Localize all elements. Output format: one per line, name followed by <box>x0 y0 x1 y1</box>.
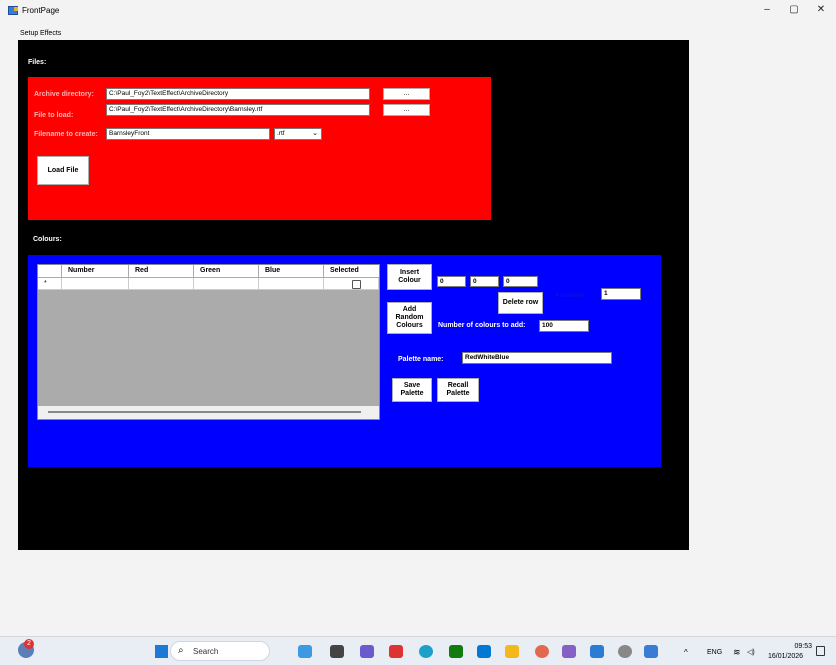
grid-cell-green[interactable] <box>194 278 259 290</box>
language-indicator[interactable]: ENG <box>707 649 722 656</box>
palette-name-field[interactable]: RedWhiteBlue <box>462 352 612 364</box>
selected-checkbox[interactable] <box>352 280 361 289</box>
frontpage-taskbar-icon[interactable] <box>644 645 658 658</box>
archive-directory-field[interactable]: C:\Paul_Foy2\TextEffect\ArchiveDirectory <box>106 88 370 100</box>
red-value-field[interactable]: 0 <box>437 276 466 287</box>
media-icon[interactable] <box>389 645 403 658</box>
edge-icon[interactable] <box>419 645 433 658</box>
xbox-icon[interactable] <box>449 645 463 658</box>
extension-value: .rtf <box>277 130 285 137</box>
file-to-load-field[interactable]: C:\Paul_Foy2\TextEffect\ArchiveDirectory… <box>106 104 370 116</box>
blue-value-field[interactable]: 0 <box>503 276 538 287</box>
search-icon: ⌕ <box>178 645 184 656</box>
files-heading: Files: <box>28 59 47 66</box>
menu-bar <box>0 22 836 38</box>
wifi-icon[interactable]: ≋ <box>733 647 741 658</box>
app-icon-2[interactable] <box>360 645 374 658</box>
grid-row-header-corner <box>38 265 61 277</box>
number-to-add-label: Number of colours to add: <box>438 322 526 329</box>
grid-cell-red[interactable] <box>129 278 194 290</box>
grid-header-green[interactable]: Green <box>194 265 258 277</box>
notifications-icon[interactable] <box>816 646 825 656</box>
taskbar-search-box[interactable]: ⌕ Search <box>170 641 270 661</box>
grid-cell-number[interactable] <box>62 278 129 290</box>
add-random-colours-button[interactable]: Add Random Colours <box>387 302 432 334</box>
delete-row-button[interactable]: Delete row <box>498 292 543 314</box>
grid-header-blue[interactable]: Blue <box>259 265 323 277</box>
browse-file-button[interactable]: ... <box>383 104 430 116</box>
tray-caret-icon[interactable]: ^ <box>684 648 688 657</box>
row-number-label: # number <box>555 292 585 299</box>
filename-to-create-field[interactable]: BarnsleyFront <box>106 128 270 140</box>
visual-studio-icon[interactable] <box>562 645 576 658</box>
title-bar <box>0 0 836 22</box>
app-icon <box>8 6 18 15</box>
insert-colour-button[interactable]: Insert Colour <box>387 264 432 290</box>
menu-effects[interactable]: Effects <box>40 30 61 37</box>
task-view-icon[interactable] <box>330 645 344 658</box>
number-to-add-field[interactable]: 100 <box>539 320 589 332</box>
grid-header-red[interactable]: Red <box>129 265 193 277</box>
palette-name-label: Palette name: <box>398 356 444 363</box>
filename-to-create-label: Filename to create: <box>34 131 98 138</box>
grid-cell-selected[interactable] <box>324 278 379 290</box>
start-icon[interactable] <box>155 645 168 658</box>
chrome-icon[interactable] <box>535 645 549 658</box>
notification-badge: 2 <box>24 639 34 649</box>
grid-new-row-marker: * <box>38 278 62 290</box>
load-file-button[interactable]: Load File <box>37 156 89 185</box>
volume-icon[interactable]: ◁) <box>747 648 755 656</box>
grid-header-selected[interactable]: Selected <box>324 265 379 277</box>
file-explorer-icon[interactable] <box>505 645 519 658</box>
grid-header-number[interactable]: Number <box>62 265 128 277</box>
maximize-button[interactable]: ▢ <box>785 3 803 17</box>
search-placeholder: Search <box>193 647 219 656</box>
widgets-icon[interactable]: 2 <box>18 639 34 658</box>
recall-palette-button[interactable]: Recall Palette <box>437 378 479 402</box>
extension-select[interactable]: .rtf ⌄ <box>274 128 322 140</box>
save-palette-button[interactable]: Save Palette <box>392 378 432 402</box>
grid-scroll-thumb[interactable] <box>48 411 361 413</box>
browse-archive-button[interactable]: ... <box>383 88 430 100</box>
archive-directory-label: Archive directory: <box>34 91 94 98</box>
menu-setup[interactable]: Setup <box>20 30 38 37</box>
copilot-icon[interactable] <box>298 645 312 658</box>
minimize-button[interactable]: – <box>758 3 776 17</box>
word-icon[interactable] <box>590 645 604 658</box>
store-icon[interactable] <box>477 645 491 658</box>
green-value-field[interactable]: 0 <box>470 276 499 287</box>
settings-icon[interactable] <box>618 645 632 658</box>
chevron-down-icon: ⌄ <box>312 130 318 137</box>
clock-time[interactable]: 09:53 <box>776 643 812 650</box>
grid-cell-blue[interactable] <box>259 278 324 290</box>
colours-heading: Colours: <box>33 236 62 243</box>
clock-date[interactable]: 16/01/2026 <box>768 653 803 660</box>
row-number-field[interactable]: 1 <box>601 288 641 300</box>
window-title: FrontPage <box>22 6 60 15</box>
file-to-load-label: File to load: <box>34 112 74 119</box>
close-button[interactable]: ✕ <box>812 3 830 17</box>
